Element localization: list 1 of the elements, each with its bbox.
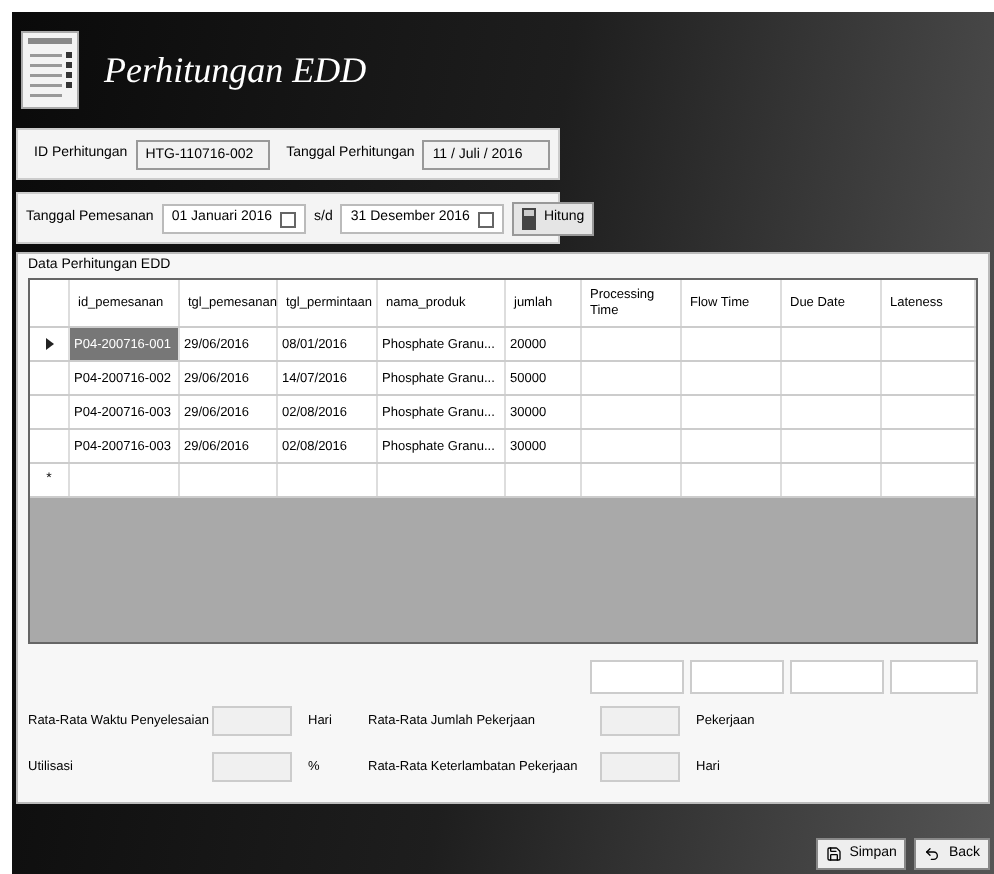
window-title: Perhitungan EDD xyxy=(104,47,367,94)
